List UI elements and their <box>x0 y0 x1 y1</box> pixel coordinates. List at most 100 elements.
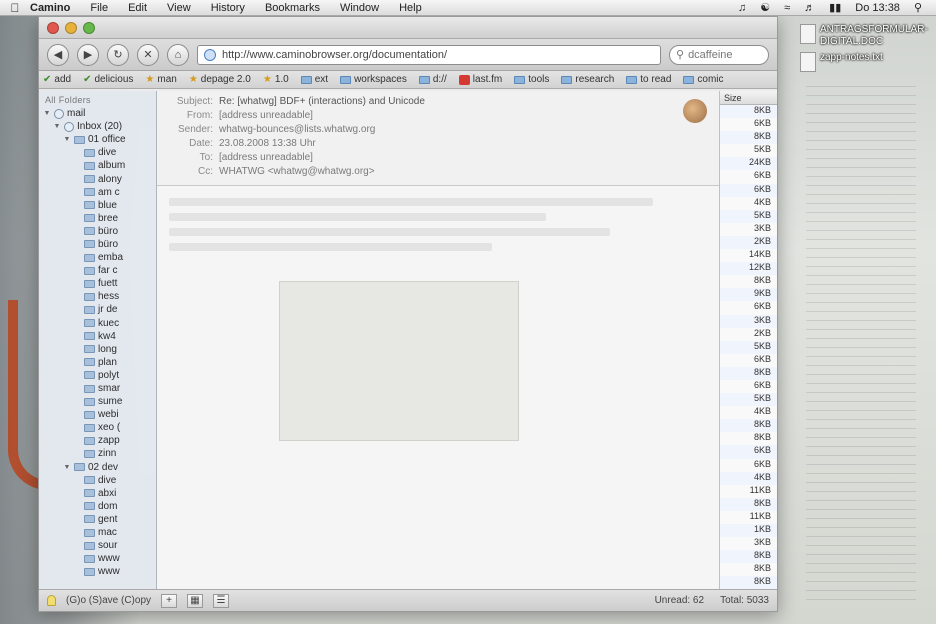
music-note-icon[interactable]: ♫ <box>738 2 746 14</box>
home-button[interactable]: ⌂ <box>167 43 189 66</box>
layout-button[interactable]: ▦ <box>187 593 204 608</box>
battery-icon[interactable]: ▮▮ <box>829 1 841 14</box>
size-cell[interactable]: 6KB <box>720 354 777 367</box>
folder-tree-row[interactable]: fuett <box>39 277 156 290</box>
size-cell[interactable]: 8KB <box>720 497 777 511</box>
size-cell[interactable]: 6KB <box>720 183 777 197</box>
menu-help[interactable]: Help <box>399 2 422 14</box>
folder-tree-row[interactable]: mac <box>39 526 156 539</box>
size-cell[interactable]: 6KB <box>720 459 777 472</box>
forward-button[interactable]: ▶ <box>77 43 99 66</box>
folder-tree-row[interactable]: polyt <box>39 369 156 382</box>
folder-tree-row[interactable]: sour <box>39 539 156 552</box>
menu-window[interactable]: Window <box>340 2 379 14</box>
size-cell[interactable]: 3KB <box>720 223 777 236</box>
folder-tree-row[interactable]: bree <box>39 212 156 225</box>
folder-tree-row[interactable]: long <box>39 343 156 356</box>
folder-tree-row[interactable]: abxi <box>39 487 156 500</box>
size-cell[interactable]: 9KB <box>720 288 777 302</box>
bookmark-d[interactable]: d:// <box>418 74 447 85</box>
reload-button[interactable]: ↻ <box>107 43 129 66</box>
size-cell[interactable]: 11KB <box>720 485 777 498</box>
size-cell[interactable]: 6KB <box>720 380 777 393</box>
disclosure-triangle-icon[interactable]: ▼ <box>63 464 71 471</box>
folder-tree-row[interactable]: hess <box>39 290 156 303</box>
folder-tree-row[interactable]: blue <box>39 199 156 212</box>
size-cell[interactable]: 1KB <box>720 524 777 538</box>
menu-file[interactable]: File <box>90 2 108 14</box>
menu-app-name[interactable]: Camino <box>30 2 70 14</box>
bookmark-workspaces[interactable]: workspaces <box>340 74 407 85</box>
bluetooth-icon[interactable]: ☯ <box>760 1 770 14</box>
size-cell[interactable]: 6KB <box>720 445 777 459</box>
size-cell[interactable]: 5KB <box>720 340 777 354</box>
folder-tree-row[interactable]: jr de <box>39 303 156 316</box>
desktop-file-antrag[interactable]: ANTRAGSFORMULAR-DIGITAL.DOC <box>800 24 930 48</box>
size-cell[interactable]: 24KB <box>720 157 777 171</box>
menu-bookmarks[interactable]: Bookmarks <box>265 2 320 14</box>
folder-tree-row[interactable]: ▼ mail <box>39 107 156 120</box>
size-cell[interactable]: 4KB <box>720 197 777 210</box>
size-cell[interactable]: 8KB <box>720 550 777 564</box>
bookmark-research[interactable]: research <box>561 74 614 85</box>
folder-tree-row[interactable]: www <box>39 565 156 578</box>
size-cell[interactable]: 5KB <box>720 144 777 157</box>
folder-tree-row[interactable]: büro <box>39 238 156 251</box>
header-from[interactable]: [address unreadable] <box>219 109 313 123</box>
size-cell[interactable]: 8KB <box>720 366 777 380</box>
size-cell[interactable]: 5KB <box>720 209 777 223</box>
size-cell[interactable]: 8KB <box>720 432 777 445</box>
size-cell[interactable]: 6KB <box>720 301 777 314</box>
size-cell[interactable]: 6KB <box>720 118 777 131</box>
size-cell[interactable]: 4KB <box>720 471 777 485</box>
url-field[interactable]: http://www.caminobrowser.org/documentati… <box>197 44 661 65</box>
wifi-icon[interactable]: ≈ <box>784 2 790 14</box>
bookmark-depage-2[interactable]: ★ depage 2.0 <box>189 74 251 85</box>
stop-button[interactable]: ✕ <box>137 43 159 66</box>
disclosure-triangle-icon[interactable]: ▼ <box>43 110 51 117</box>
folder-tree-row[interactable]: xeo ( <box>39 421 156 434</box>
bookmark-comic[interactable]: comic <box>683 74 724 85</box>
size-cell[interactable]: 8KB <box>720 419 777 433</box>
folder-tree-row[interactable]: www <box>39 552 156 565</box>
bookmark-tools[interactable]: tools <box>514 74 549 85</box>
bookmark-ext[interactable]: ext <box>300 74 328 85</box>
folder-tree-row[interactable]: dive <box>39 146 156 159</box>
size-cell[interactable]: 8KB <box>720 275 777 288</box>
size-cell[interactable]: 14KB <box>720 249 777 262</box>
size-cell[interactable]: 6KB <box>720 170 777 183</box>
size-column-header[interactable]: Size <box>720 91 777 105</box>
folder-tree-row[interactable]: dom <box>39 500 156 513</box>
folder-tree-row[interactable]: zinn <box>39 447 156 460</box>
folder-tree-row[interactable]: album <box>39 159 156 172</box>
disclosure-triangle-icon[interactable]: ▼ <box>53 123 61 130</box>
menu-view[interactable]: View <box>167 2 191 14</box>
bookmark-lastfm[interactable]: last.fm <box>458 74 502 85</box>
size-cell[interactable]: 8KB <box>720 105 777 119</box>
back-button[interactable]: ◀ <box>47 43 69 66</box>
bookmark-man[interactable]: ★ man <box>145 74 176 85</box>
close-button[interactable] <box>47 21 59 34</box>
window-titlebar[interactable] <box>39 17 777 39</box>
folder-tree-row[interactable]: plan <box>39 356 156 369</box>
header-sender[interactable]: whatwg-bounces@lists.whatwg.org <box>219 123 375 137</box>
size-cell[interactable]: 2KB <box>720 328 777 341</box>
folder-tree-row[interactable]: büro <box>39 225 156 238</box>
folder-tree-row[interactable]: am c <box>39 186 156 199</box>
size-cell[interactable]: 8KB <box>720 131 777 145</box>
size-cell[interactable]: 12KB <box>720 262 777 276</box>
size-cell[interactable]: 2KB <box>720 235 777 250</box>
folder-tree-row[interactable]: webi <box>39 408 156 421</box>
zoom-button[interactable] <box>83 21 95 34</box>
folder-tree-row[interactable]: dive <box>39 474 156 487</box>
size-cell[interactable]: 8KB <box>720 563 777 576</box>
apple-menu-icon[interactable]:  <box>0 1 30 15</box>
folder-tree-row[interactable]: ▼ Inbox (20) <box>39 120 156 133</box>
desktop-file-zapp-notes[interactable]: zapp-notes.txt <box>800 52 930 72</box>
bookmark-depage-1[interactable]: ★ 1.0 <box>263 74 289 85</box>
size-cell[interactable]: 5KB <box>720 393 777 407</box>
folder-tree-row[interactable]: kuec <box>39 317 156 330</box>
folder-tree-row[interactable]: sume <box>39 395 156 408</box>
size-cell[interactable]: 4KB <box>720 406 777 419</box>
size-cell[interactable]: 11KB <box>720 511 777 524</box>
